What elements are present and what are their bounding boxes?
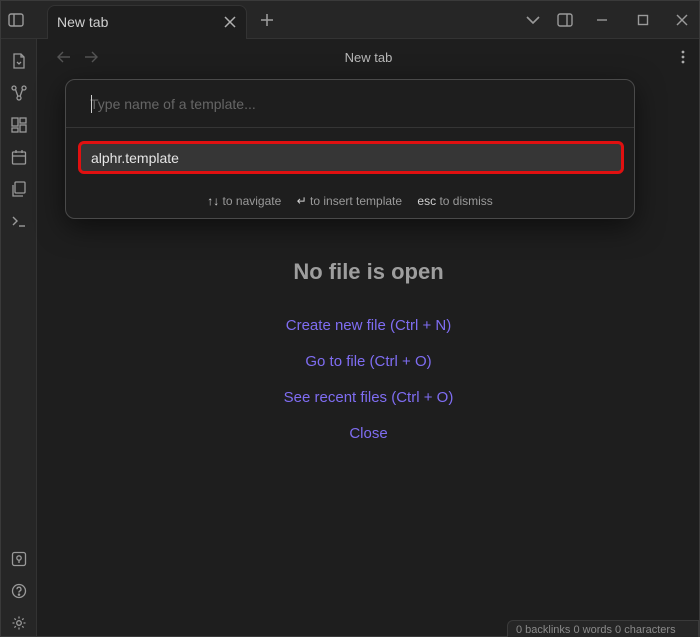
view-header: New tab: [38, 39, 699, 75]
close-link[interactable]: Close: [38, 425, 699, 442]
navigate-key: ↑↓: [207, 194, 220, 208]
create-new-file-link[interactable]: Create new file (Ctrl + N): [38, 317, 699, 334]
suggestion-label: alphr.template: [91, 150, 179, 166]
help-icon[interactable]: [7, 579, 31, 603]
empty-state-title: No file is open: [293, 259, 444, 284]
dismiss-text: to dismiss: [439, 194, 493, 208]
canvas-icon[interactable]: [7, 113, 31, 137]
graph-icon[interactable]: [7, 81, 31, 105]
template-search-input[interactable]: [66, 80, 634, 128]
title-bar: New tab: [1, 1, 699, 39]
modal-instructions: ↑↓ to navigate ↵ to insert template esc …: [66, 194, 634, 208]
navigate-text: to navigate: [222, 194, 282, 208]
navigate-hint: ↑↓ to navigate: [207, 194, 281, 208]
template-suggestion-item[interactable]: alphr.template: [78, 141, 624, 174]
settings-icon[interactable]: [7, 611, 31, 635]
tab-label: New tab: [57, 14, 109, 30]
sidebar-left-icon[interactable]: [5, 9, 27, 31]
chevron-down-icon[interactable]: [522, 9, 544, 31]
insert-text: to insert template: [310, 194, 403, 208]
left-ribbon: [1, 39, 37, 636]
recent-files-link[interactable]: See recent files (Ctrl + O): [38, 389, 699, 406]
go-to-file-link[interactable]: Go to file (Ctrl + O): [38, 353, 699, 370]
dismiss-hint: esc to dismiss: [417, 194, 492, 208]
dismiss-key: esc: [417, 194, 437, 208]
more-options-icon[interactable]: [675, 47, 691, 67]
sidebar-right-icon[interactable]: [554, 9, 576, 31]
tab-new-tab[interactable]: New tab: [47, 5, 247, 39]
calendar-icon[interactable]: [7, 145, 31, 169]
maximize-icon[interactable]: [632, 9, 654, 31]
minimize-icon[interactable]: [591, 9, 613, 31]
file-icon[interactable]: [7, 49, 31, 73]
text-caret: [91, 95, 92, 113]
view-title: New tab: [344, 50, 393, 65]
window-close-icon[interactable]: [671, 9, 693, 31]
close-icon[interactable]: [220, 12, 240, 32]
templates-icon[interactable]: [7, 177, 31, 201]
vault-icon[interactable]: [7, 547, 31, 571]
insert-key: ↵: [296, 194, 307, 208]
insert-hint: ↵ to insert template: [297, 194, 402, 208]
plus-icon[interactable]: [256, 9, 278, 31]
app-window: New tab New tab No file is open Create n…: [0, 0, 700, 637]
terminal-icon[interactable]: [7, 209, 31, 233]
template-picker-modal: alphr.template ↑↓ to navigate ↵ to inser…: [65, 79, 635, 219]
status-bar: 0 backlinks 0 words 0 characters: [507, 620, 699, 637]
